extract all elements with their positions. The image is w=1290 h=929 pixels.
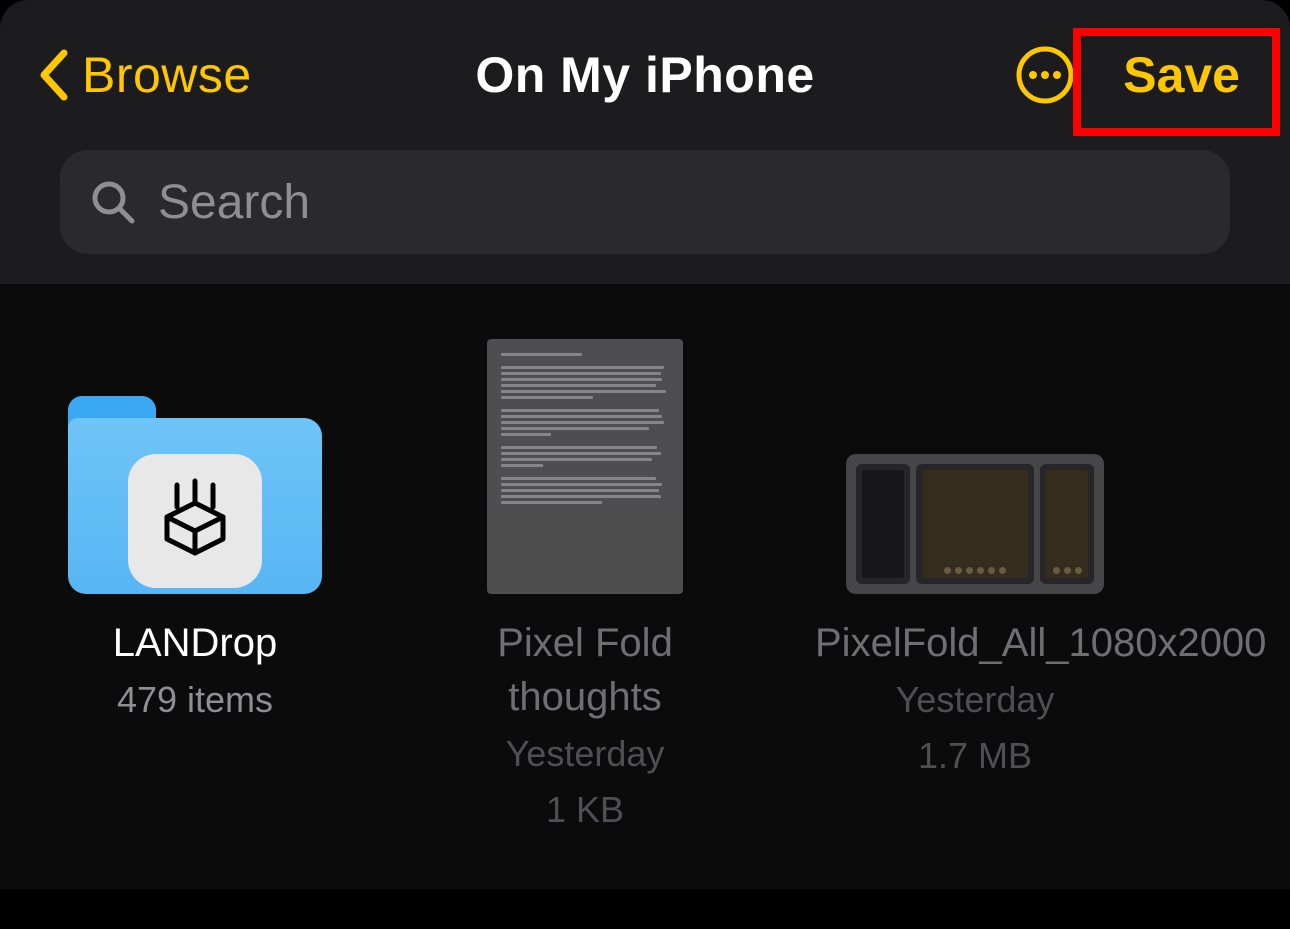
- text-document-icon: [487, 339, 683, 594]
- item-date: Yesterday: [506, 728, 665, 780]
- image-file-icon: [846, 454, 1104, 594]
- files-save-panel: Browse On My iPhone Save: [0, 0, 1290, 929]
- header-area: Browse On My iPhone Save: [0, 0, 1290, 284]
- search-input[interactable]: [156, 174, 1202, 231]
- content-area[interactable]: LANDrop 479 items: [0, 284, 1290, 889]
- file-item-pixelfold-image: PixelFold_All_1080x2000 Yesterday 1.7 MB: [780, 349, 1170, 836]
- folder-thumbnail: [20, 349, 370, 604]
- item-date: Yesterday: [896, 674, 1055, 726]
- file-item-pixel-fold-thoughts: Pixel Fold thoughts Yesterday 1 KB: [390, 349, 780, 836]
- item-name: Pixel Fold thoughts: [425, 616, 745, 724]
- ellipsis-circle-icon: [1015, 45, 1075, 105]
- item-size: 1 KB: [546, 784, 624, 836]
- nav-bar: Browse On My iPhone Save: [0, 0, 1290, 150]
- search-icon: [88, 177, 138, 227]
- folder-icon: [68, 396, 322, 594]
- image-thumbnail: [800, 349, 1150, 604]
- landrop-app-icon: [128, 454, 262, 588]
- back-button[interactable]: Browse: [32, 46, 252, 104]
- item-size: 1.7 MB: [918, 730, 1032, 782]
- folder-item-landrop[interactable]: LANDrop 479 items: [0, 349, 390, 836]
- search-container: [0, 150, 1290, 254]
- back-label: Browse: [82, 46, 252, 104]
- item-subtitle: 479 items: [117, 674, 273, 726]
- item-name: PixelFold_All_1080x2000: [815, 616, 1135, 670]
- items-grid: LANDrop 479 items: [0, 349, 1290, 836]
- search-field[interactable]: [60, 150, 1230, 254]
- nav-actions: Save: [1013, 40, 1258, 110]
- page-title-text: On My iPhone: [475, 47, 814, 103]
- more-options-button[interactable]: [1013, 43, 1077, 107]
- save-button[interactable]: Save: [1105, 40, 1258, 110]
- document-thumbnail: [410, 349, 760, 604]
- item-name: LANDrop: [113, 616, 278, 670]
- chevron-left-icon: [32, 47, 74, 103]
